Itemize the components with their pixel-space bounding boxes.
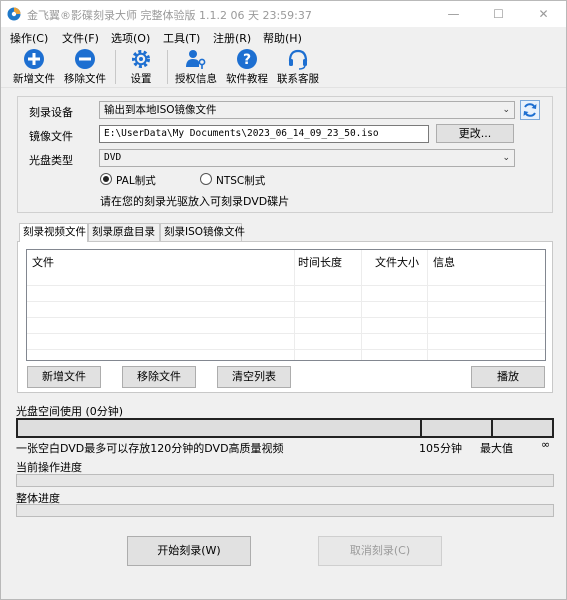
tab-burn-iso[interactable]: 刻录ISO镜像文件	[160, 223, 245, 241]
tab-burn-video[interactable]: 刻录视频文件	[19, 223, 88, 242]
play-button[interactable]: 播放	[471, 366, 545, 388]
column-size[interactable]: 文件大小	[375, 254, 419, 270]
help-circle-icon: ?	[237, 49, 257, 69]
toolbar-separator	[115, 50, 116, 84]
license-label: 授权信息	[175, 73, 217, 85]
user-key-icon	[186, 50, 206, 69]
disc-type-label: 光盘类型	[29, 154, 73, 167]
device-select-value: 输出到本地ISO镜像文件	[104, 104, 217, 116]
device-select[interactable]: 输出到本地ISO镜像文件 ⌄	[99, 101, 515, 119]
row-divider	[27, 333, 545, 334]
disc-usage-label: 光盘空间使用 (0分钟)	[16, 405, 124, 418]
pal-radio[interactable]	[100, 173, 112, 185]
disc-hint: 请在您的刻录光驱放入可刻录DVD碟片	[100, 195, 290, 208]
add-file-toolbar-button[interactable]: 新增文件	[11, 48, 57, 88]
file-list-header: 文件 时间长度 文件大小 信息	[27, 250, 545, 272]
menu-bar: 操作(C) 文件(F) 选项(O) 工具(T) 注册(R) 帮助(H)	[1, 28, 566, 46]
chevron-down-icon: ⌄	[502, 153, 510, 163]
app-logo-icon	[7, 7, 21, 21]
current-progress-bar	[16, 474, 554, 487]
pal-label: PAL制式	[116, 175, 156, 187]
menu-register[interactable]: 注册(R)	[213, 30, 251, 46]
add-file-button[interactable]: 新增文件	[27, 366, 101, 388]
image-path-input[interactable]: E:\UserData\My Documents\2023_06_14_09_2…	[99, 125, 429, 143]
menu-file[interactable]: 文件(F)	[62, 30, 99, 46]
row-divider	[27, 285, 545, 286]
menu-help[interactable]: 帮助(H)	[263, 30, 302, 46]
toolbar-separator	[167, 50, 168, 84]
menu-options[interactable]: 选项(O)	[111, 30, 150, 46]
column-file[interactable]: 文件	[32, 254, 54, 270]
mark-infinity-label: ∞	[541, 438, 551, 451]
tutorial-toolbar-button[interactable]: ? 软件教程	[224, 48, 270, 88]
plus-circle-icon	[24, 49, 44, 69]
chevron-down-icon: ⌄	[502, 105, 510, 115]
tutorial-label: 软件教程	[226, 73, 268, 85]
menu-operation[interactable]: 操作(C)	[10, 30, 48, 46]
refresh-icon	[523, 103, 537, 117]
change-path-button[interactable]: 更改...	[436, 124, 514, 143]
support-label: 联系客服	[277, 73, 319, 85]
disc-usage-bar	[16, 418, 554, 438]
title-bar: 金飞翼®影碟刻录大师 完整体验版 1.1.2 06 天 23:59:37 — ☐…	[1, 1, 566, 27]
image-file-label: 镜像文件	[29, 130, 73, 143]
maximize-button[interactable]: ☐	[476, 1, 521, 27]
clear-list-button[interactable]: 清空列表	[217, 366, 291, 388]
close-button[interactable]: ✕	[521, 1, 566, 27]
settings-toolbar-button[interactable]: 设置	[123, 48, 159, 88]
column-duration[interactable]: 时间长度	[298, 254, 342, 270]
gear-icon	[132, 50, 150, 68]
minus-circle-icon	[75, 49, 95, 69]
disc-type-value: DVD	[104, 152, 122, 163]
tab-panel: 刻录视频文件 刻录原盘目录 刻录ISO镜像文件 文件 时间长度 文件大小 信息	[17, 223, 553, 393]
mark-max-label: 最大值	[480, 442, 513, 455]
disc-type-select[interactable]: DVD ⌄	[99, 149, 515, 167]
column-divider	[361, 250, 362, 360]
ntsc-label: NTSC制式	[216, 175, 266, 187]
tab-burn-disc-folder[interactable]: 刻录原盘目录	[88, 223, 160, 241]
menu-tools[interactable]: 工具(T)	[163, 30, 200, 46]
row-divider	[27, 317, 545, 318]
remove-file-button[interactable]: 移除文件	[122, 366, 196, 388]
refresh-device-button[interactable]	[520, 100, 540, 120]
row-divider	[27, 349, 545, 350]
headset-icon	[288, 49, 308, 70]
tab-body: 文件 时间长度 文件大小 信息 新增文件 移除文件 清空列表 播放	[17, 241, 553, 393]
support-toolbar-button[interactable]: 联系客服	[275, 48, 321, 88]
device-label: 刻录设备	[29, 106, 73, 119]
column-info[interactable]: 信息	[433, 254, 455, 270]
toolbar: 新增文件 移除文件 设置 授权信息 ? 软件教程 联系客服	[1, 46, 566, 88]
add-file-label: 新增文件	[13, 73, 55, 85]
settings-label: 设置	[130, 73, 152, 85]
main-window: 金飞翼®影碟刻录大师 完整体验版 1.1.2 06 天 23:59:37 — ☐…	[0, 0, 567, 600]
row-divider	[27, 301, 545, 302]
usage-mark-max	[491, 420, 493, 436]
remove-file-label: 移除文件	[64, 73, 106, 85]
overall-progress-bar	[16, 504, 554, 517]
window-title: 金飞翼®影碟刻录大师 完整体验版 1.1.2 06 天 23:59:37	[27, 9, 312, 22]
current-progress-label: 当前操作进度	[16, 461, 82, 474]
column-divider	[294, 250, 295, 360]
license-toolbar-button[interactable]: 授权信息	[173, 48, 219, 88]
column-divider	[427, 250, 428, 360]
file-list[interactable]: 文件 时间长度 文件大小 信息	[26, 249, 546, 361]
mark-105-label: 105分钟	[419, 442, 462, 455]
start-burn-button[interactable]: 开始刻录(W)	[127, 536, 251, 566]
usage-mark-105	[420, 420, 422, 436]
svg-text:?: ?	[243, 52, 251, 68]
disc-capacity-note: 一张空白DVD最多可以存放120分钟的DVD高质量视频	[16, 442, 284, 455]
cancel-burn-button[interactable]: 取消刻录(C)	[318, 536, 442, 566]
ntsc-radio[interactable]	[200, 173, 212, 185]
minimize-button[interactable]: —	[431, 1, 476, 27]
remove-file-toolbar-button[interactable]: 移除文件	[62, 48, 108, 88]
